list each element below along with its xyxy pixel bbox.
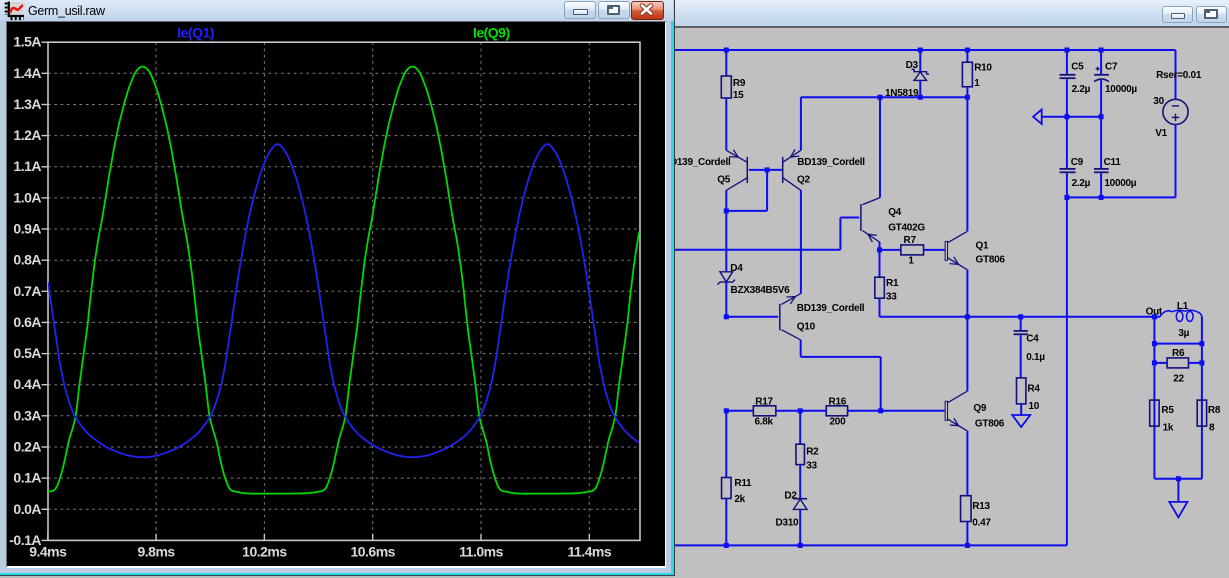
svg-text:9.8ms: 9.8ms [137, 544, 175, 560]
svg-text:0.1A: 0.1A [13, 470, 41, 486]
svg-text:0.2A: 0.2A [13, 439, 41, 455]
svg-text:1.3A: 1.3A [13, 96, 41, 112]
svg-text:1.5A: 1.5A [13, 34, 41, 50]
svg-text:11.4ms: 11.4ms [567, 544, 611, 560]
svg-text:1.4A: 1.4A [13, 65, 41, 81]
svg-text:Ie(Q9): Ie(Q9) [473, 25, 510, 41]
svg-text:0.4A: 0.4A [13, 376, 41, 392]
svg-text:0.5A: 0.5A [13, 345, 41, 361]
svg-text:Ie(Q1): Ie(Q1) [177, 25, 214, 41]
svg-text:0.0A: 0.0A [13, 501, 41, 517]
svg-text:10.6ms: 10.6ms [350, 544, 395, 560]
svg-text:1.1A: 1.1A [13, 158, 41, 174]
svg-text:1.0A: 1.0A [13, 189, 41, 205]
svg-text:0.8A: 0.8A [13, 252, 41, 268]
svg-text:0.6A: 0.6A [13, 314, 41, 330]
svg-text:0.9A: 0.9A [13, 221, 41, 237]
svg-text:0.3A: 0.3A [13, 407, 41, 423]
svg-text:0.7A: 0.7A [13, 283, 41, 299]
svg-text:9.4ms: 9.4ms [29, 544, 67, 560]
svg-text:10.2ms: 10.2ms [242, 544, 287, 560]
svg-text:11.0ms: 11.0ms [459, 544, 503, 560]
svg-text:1.2A: 1.2A [13, 127, 41, 143]
